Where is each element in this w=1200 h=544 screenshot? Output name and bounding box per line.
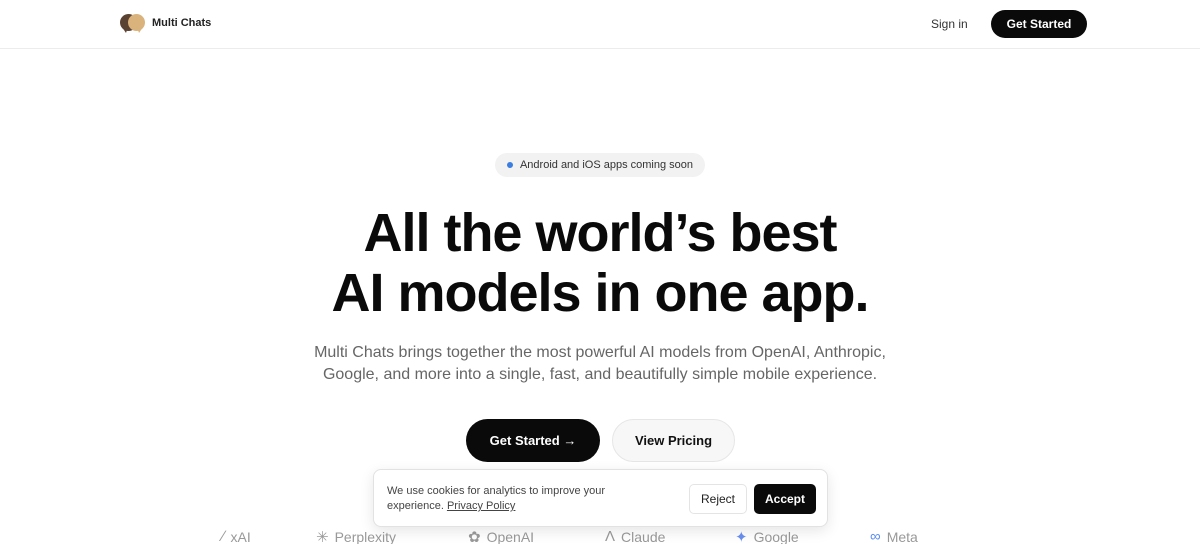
get-started-nav-button[interactable]: Get Started <box>991 10 1087 38</box>
view-pricing-button[interactable]: View Pricing <box>612 419 735 462</box>
provider-name: Google <box>753 529 799 544</box>
headline-line-1: All the world’s best <box>363 203 837 263</box>
privacy-policy-link[interactable]: Privacy Policy <box>447 500 515 512</box>
multi-chats-logo-icon <box>120 12 146 34</box>
get-started-hero-button[interactable]: Get Started → <box>466 419 600 462</box>
google-icon: ✦ <box>735 529 748 544</box>
provider-xai: ∕ xAI <box>222 528 251 544</box>
top-navbar: Multi Chats Sign in Get Started <box>0 0 1200 49</box>
provider-claude: Λ Claude <box>605 528 665 544</box>
cookie-message: We use cookies for analytics to improve … <box>387 484 657 514</box>
accept-cookies-button[interactable]: Accept <box>754 484 816 514</box>
openai-icon: ✿ <box>468 529 481 544</box>
provider-name: xAI <box>230 528 251 544</box>
brand-name: Multi Chats <box>152 17 212 29</box>
provider-perplexity: ✳ Perplexity <box>316 528 396 544</box>
meta-icon: ∞ <box>870 528 881 544</box>
announcement-badge: Android and iOS apps coming soon <box>495 153 705 177</box>
headline-line-2: AI models in one app. <box>331 263 869 323</box>
perplexity-icon: ✳ <box>316 529 329 544</box>
provider-name: Claude <box>621 528 666 544</box>
brand[interactable]: Multi Chats <box>120 12 211 34</box>
provider-meta: ∞ Meta <box>870 528 918 544</box>
cookie-banner: We use cookies for analytics to improve … <box>373 469 828 527</box>
sign-in-link[interactable]: Sign in <box>931 17 968 31</box>
provider-google: ✦ Google <box>735 528 799 544</box>
xai-icon: ∕ <box>222 528 225 544</box>
hero-headline: All the world’s best AI models in one ap… <box>0 203 1200 323</box>
reject-cookies-button[interactable]: Reject <box>689 484 747 514</box>
provider-logo-strip: ∕ xAI ✳ Perplexity ✿ OpenAI Λ Claude ✦ G… <box>0 526 1200 544</box>
provider-openai: ✿ OpenAI <box>468 528 534 544</box>
announcement-text: Android and iOS apps coming soon <box>519 159 694 171</box>
claude-icon: Λ <box>605 528 616 544</box>
provider-name: Meta <box>886 528 918 544</box>
provider-name: Perplexity <box>334 529 397 544</box>
hero-subtitle: Multi Chats brings together the most pow… <box>314 344 886 383</box>
status-dot-icon <box>506 162 513 168</box>
provider-name: OpenAI <box>486 529 535 544</box>
